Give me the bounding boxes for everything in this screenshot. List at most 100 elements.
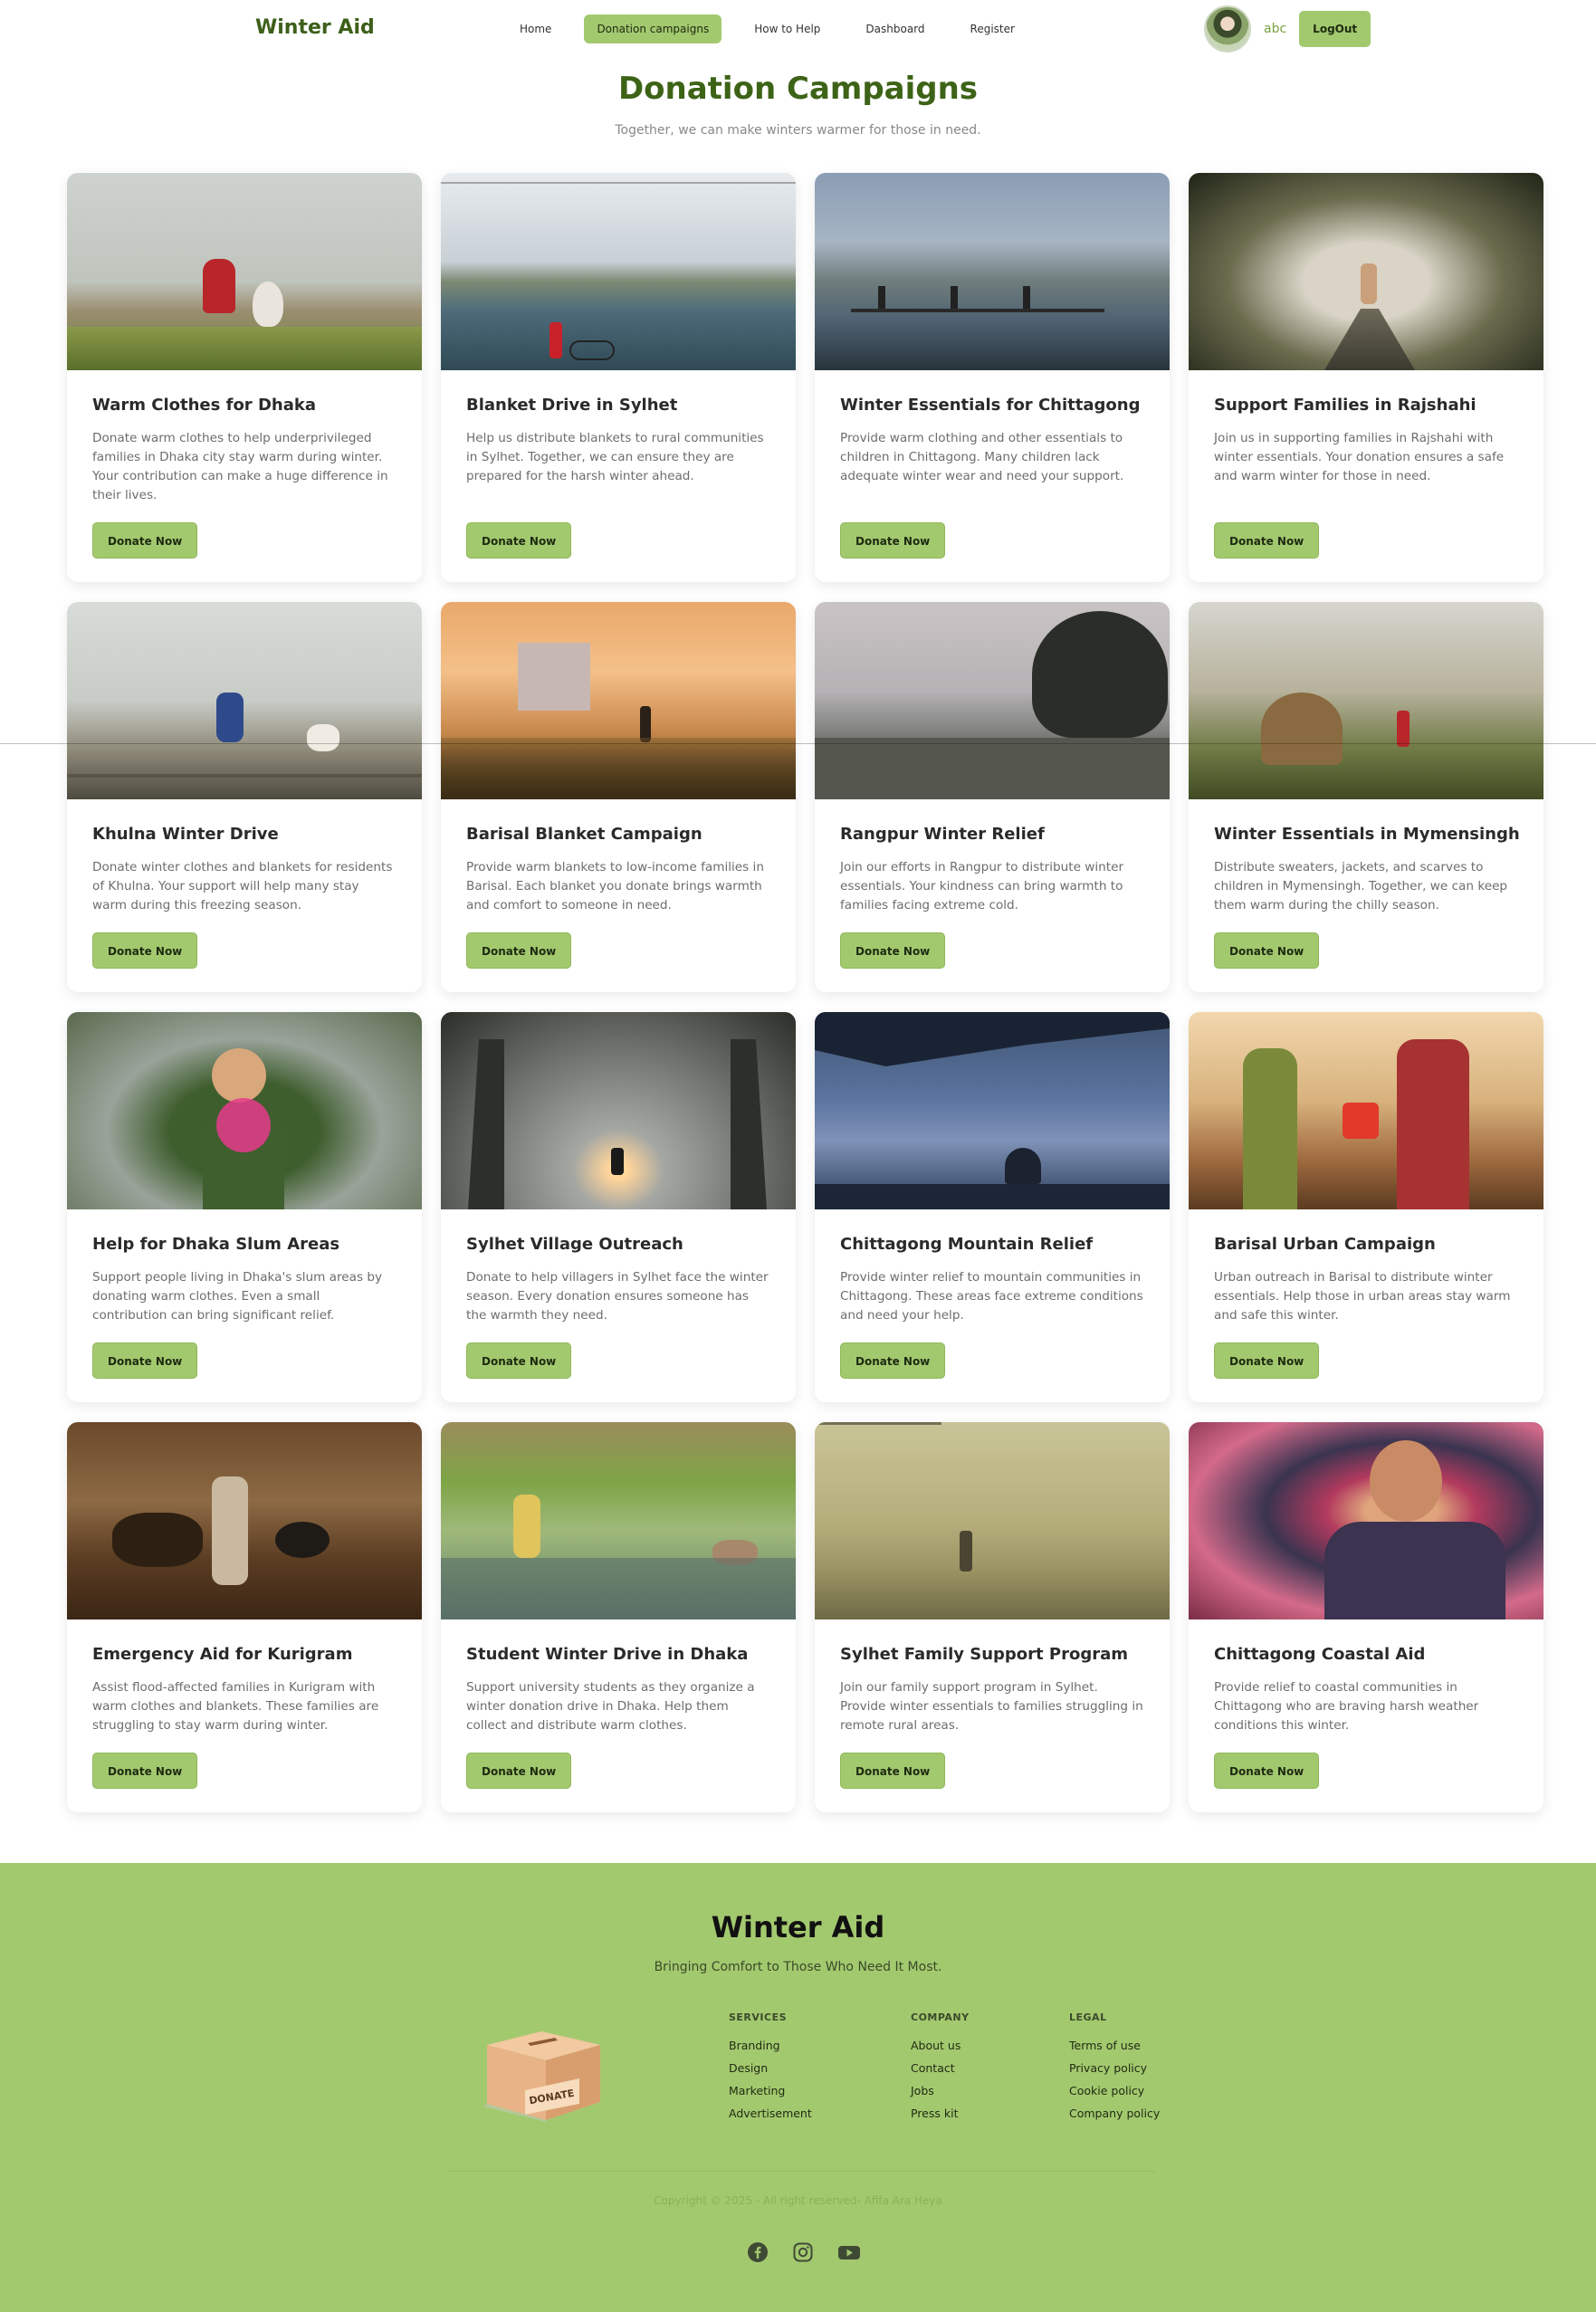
user-area: abc LogOut <box>1204 5 1371 53</box>
campaign-title: Student Winter Drive in Dhaka <box>466 1645 749 1664</box>
donate-now-button[interactable]: Donate Now <box>466 1753 572 1789</box>
avatar[interactable] <box>1204 5 1251 53</box>
campaign-card: Winter Essentials in Mymensingh Distribu… <box>1189 602 1543 992</box>
nav-link-how-to-help[interactable]: How to Help <box>741 14 833 43</box>
page-title: Donation Campaigns <box>617 71 979 107</box>
campaign-title: Chittagong Mountain Relief <box>840 1235 1094 1254</box>
campaign-image <box>441 1422 796 1619</box>
campaign-description: Assist flood-affected families in Kurigr… <box>92 1680 379 1733</box>
campaign-description: Help us distribute blankets to rural com… <box>466 431 764 483</box>
footer-link-company-policy[interactable]: Company policy <box>1069 2107 1160 2120</box>
brand-logo[interactable]: Winter Aid <box>255 16 375 39</box>
campaign-image <box>1189 1012 1543 1209</box>
donate-now-button[interactable]: Donate Now <box>92 1753 198 1789</box>
nav-links: Home Donation campaigns How to Help Dash… <box>507 14 1047 43</box>
footer-col-legal: LEGAL Terms of use Privacy policy Cookie… <box>1069 2011 1160 2129</box>
footer-link-privacy[interactable]: Privacy policy <box>1069 2061 1160 2075</box>
campaign-title: Barisal Urban Campaign <box>1214 1235 1436 1254</box>
donate-now-button[interactable]: Donate Now <box>1214 1753 1320 1789</box>
youtube-icon[interactable] <box>837 2241 860 2263</box>
donate-now-button[interactable]: Donate Now <box>92 932 198 969</box>
donate-now-button[interactable]: Donate Now <box>1214 522 1320 559</box>
campaign-image <box>815 602 1170 799</box>
campaign-title: Help for Dhaka Slum Areas <box>92 1235 340 1254</box>
campaign-description: Urban outreach in Barisal to distribute … <box>1214 1270 1511 1323</box>
campaign-image <box>67 1012 422 1209</box>
footer-link-design[interactable]: Design <box>729 2061 812 2075</box>
campaign-card: Sylhet Family Support Program Join our f… <box>815 1422 1170 1812</box>
top-navbar: Winter Aid Home Donation campaigns How t… <box>0 0 1596 58</box>
campaign-description: Distribute sweaters, jackets, and scarve… <box>1214 860 1508 912</box>
footer-link-branding[interactable]: Branding <box>729 2039 812 2052</box>
footer-link-terms[interactable]: Terms of use <box>1069 2039 1160 2052</box>
campaign-title: Barisal Blanket Campaign <box>466 825 702 844</box>
footer-divider <box>447 2171 1155 2172</box>
campaign-card: Chittagong Coastal Aid Provide relief to… <box>1189 1422 1543 1812</box>
donate-now-button[interactable]: Donate Now <box>840 1342 946 1379</box>
footer-link-cookie[interactable]: Cookie policy <box>1069 2084 1160 2097</box>
footer-link-jobs[interactable]: Jobs <box>911 2084 970 2097</box>
campaign-description: Join our family support program in Sylhe… <box>840 1680 1143 1733</box>
footer-link-press-kit[interactable]: Press kit <box>911 2107 970 2120</box>
footer-col-company: COMPANY About us Contact Jobs Press kit <box>911 2011 970 2129</box>
campaign-image <box>815 1422 1170 1619</box>
donate-now-button[interactable]: Donate Now <box>92 1342 198 1379</box>
campaign-description: Provide relief to coastal communities in… <box>1214 1680 1479 1733</box>
nav-link-donation-campaigns[interactable]: Donation campaigns <box>584 14 722 43</box>
footer-link-advertisement[interactable]: Advertisement <box>729 2107 812 2120</box>
campaign-card: Help for Dhaka Slum Areas Support people… <box>67 1012 422 1402</box>
campaign-title: Winter Essentials for Chittagong <box>840 396 1141 415</box>
campaign-title: Emergency Aid for Kurigram <box>92 1645 353 1664</box>
donate-now-button[interactable]: Donate Now <box>466 522 572 559</box>
campaign-description: Donate winter clothes and blankets for r… <box>92 860 393 912</box>
donate-now-button[interactable]: Donate Now <box>840 522 946 559</box>
campaign-title: Sylhet Village Outreach <box>466 1235 683 1254</box>
campaign-card: Support Families in Rajshahi Join us in … <box>1189 173 1543 582</box>
instagram-icon[interactable] <box>792 2241 814 2263</box>
campaign-card: Student Winter Drive in Dhaka Support un… <box>441 1422 796 1812</box>
donate-now-button[interactable]: Donate Now <box>840 1753 946 1789</box>
footer-heading-company: COMPANY <box>911 2011 970 2023</box>
campaign-title: Support Families in Rajshahi <box>1214 396 1477 415</box>
campaign-image <box>815 173 1170 370</box>
campaign-description: Provide warm clothing and other essentia… <box>840 431 1124 483</box>
campaign-card: Sylhet Village Outreach Donate to help v… <box>441 1012 796 1402</box>
footer-link-contact[interactable]: Contact <box>911 2061 970 2075</box>
footer-heading-services: SERVICES <box>729 2011 788 2023</box>
campaign-image <box>441 1012 796 1209</box>
campaign-image <box>67 173 422 370</box>
campaign-image <box>815 1012 1170 1209</box>
nav-link-home[interactable]: Home <box>507 14 564 43</box>
footer-brand: Winter Aid <box>711 1910 885 1944</box>
campaign-description: Donate warm clothes to help underprivile… <box>92 431 388 502</box>
campaign-image <box>1189 602 1543 799</box>
footer-link-marketing[interactable]: Marketing <box>729 2084 812 2097</box>
footer: Winter Aid Bringing Comfort to Those Who… <box>0 1863 1596 2312</box>
donate-now-button[interactable]: Donate Now <box>466 932 572 969</box>
donate-now-button[interactable]: Donate Now <box>1214 1342 1320 1379</box>
campaign-title: Warm Clothes for Dhaka <box>92 396 316 415</box>
divider-line <box>0 743 1596 744</box>
footer-tagline: Bringing Comfort to Those Who Need It Mo… <box>654 1960 942 1974</box>
donate-now-button[interactable]: Donate Now <box>92 522 198 559</box>
campaign-image <box>441 173 796 370</box>
campaign-description: Join our efforts in Rangpur to distribut… <box>840 860 1124 912</box>
nav-link-register[interactable]: Register <box>958 14 1027 43</box>
page-subtitle: Together, we can make winters warmer for… <box>615 123 981 138</box>
footer-link-about-us[interactable]: About us <box>911 2039 970 2052</box>
campaign-card: Emergency Aid for Kurigram Assist flood-… <box>67 1422 422 1812</box>
copyright: Copyright © 2025 - All right reserved- A… <box>654 2194 942 2207</box>
campaign-description: Support university students as they orga… <box>466 1680 755 1733</box>
campaign-card: Barisal Blanket Campaign Provide warm bl… <box>441 602 796 992</box>
donate-now-button[interactable]: Donate Now <box>1214 932 1320 969</box>
donate-now-button[interactable]: Donate Now <box>840 932 946 969</box>
campaign-card: Winter Essentials for Chittagong Provide… <box>815 173 1170 582</box>
nav-link-dashboard[interactable]: Dashboard <box>853 14 937 43</box>
facebook-icon[interactable] <box>747 2241 769 2263</box>
campaign-description: Support people living in Dhaka's slum ar… <box>92 1270 383 1323</box>
campaign-card: Barisal Urban Campaign Urban outreach in… <box>1189 1012 1543 1402</box>
donate-now-button[interactable]: Donate Now <box>466 1342 572 1379</box>
campaign-image <box>67 602 422 799</box>
logout-button[interactable]: LogOut <box>1299 11 1371 47</box>
campaign-image <box>67 1422 422 1619</box>
